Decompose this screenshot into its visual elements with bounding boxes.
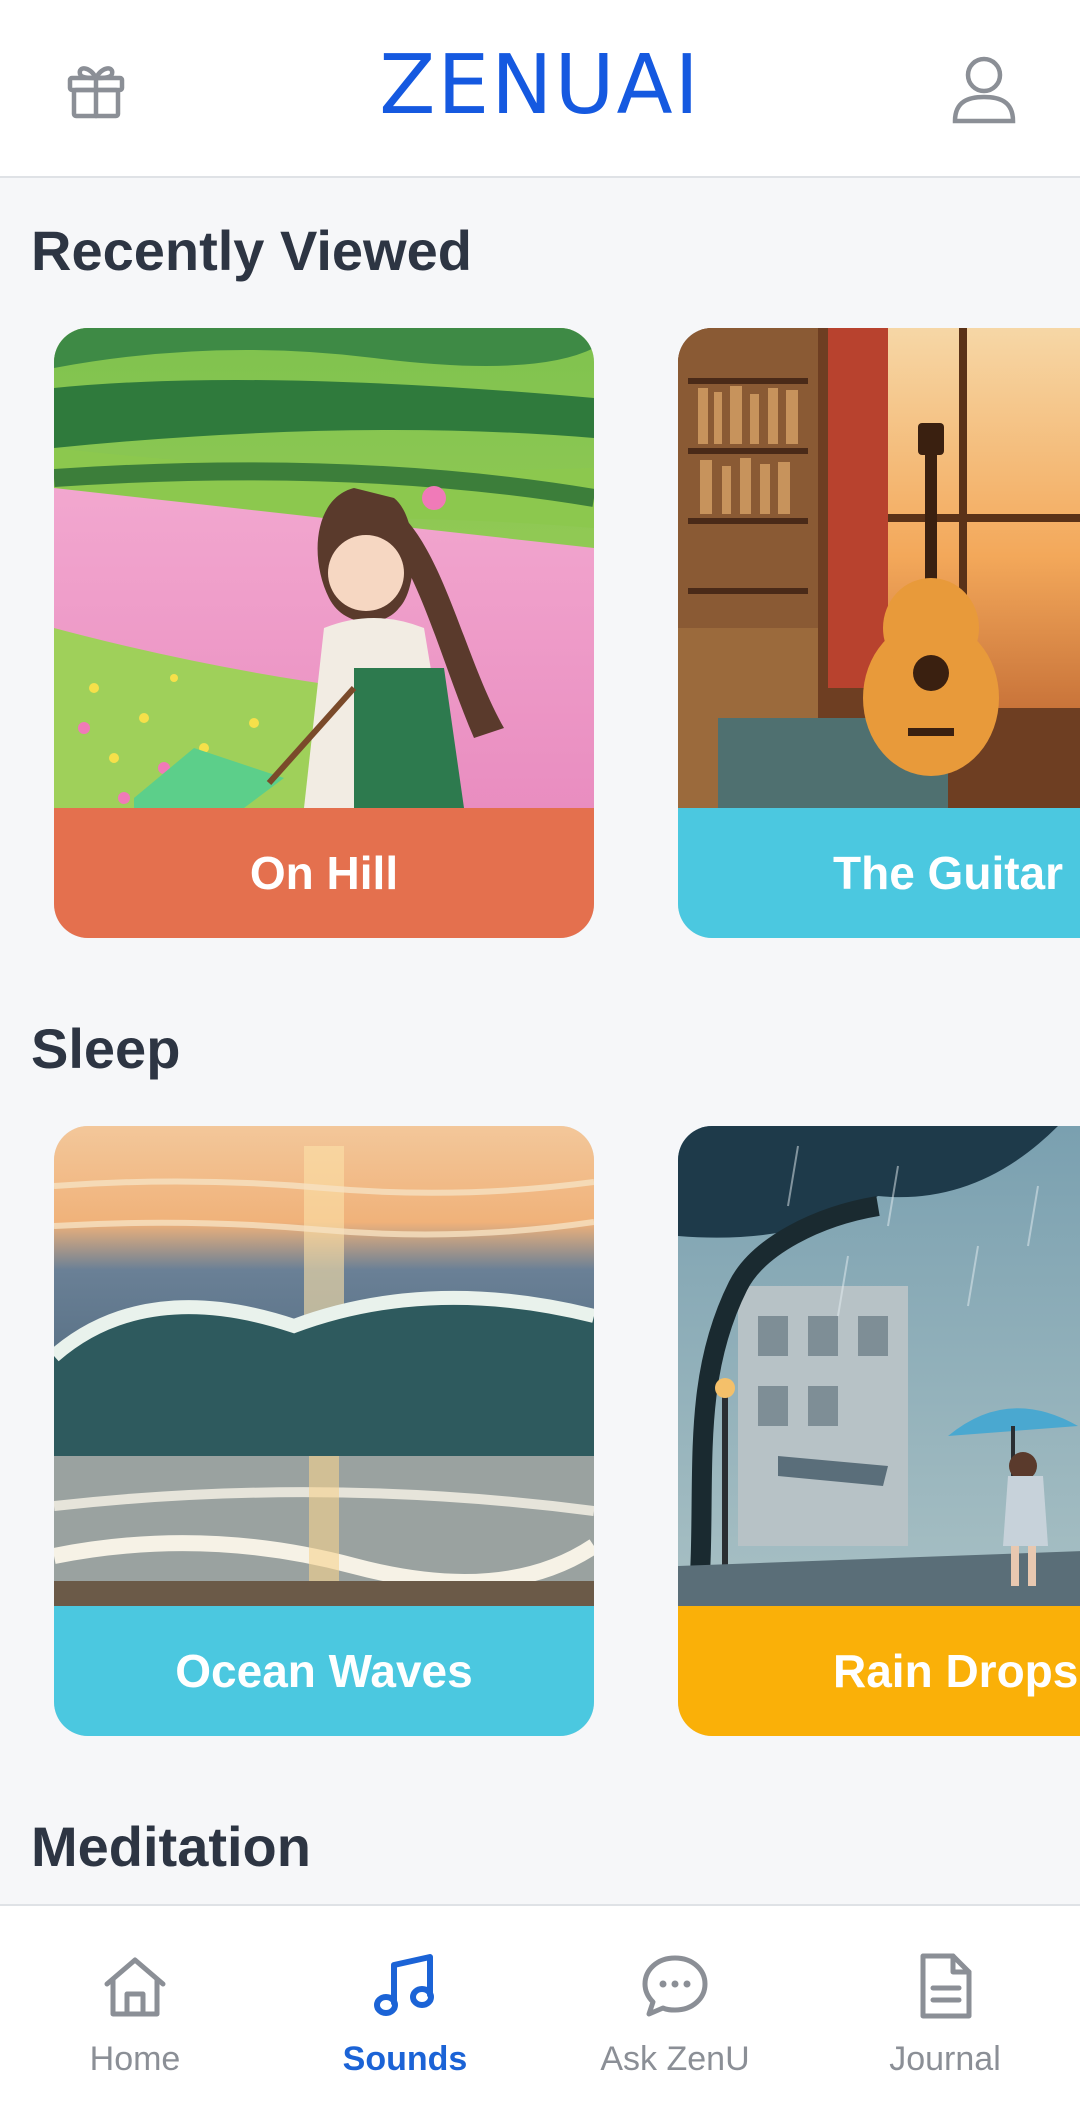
user-icon [952, 56, 1016, 124]
section-title-sleep: Sleep [31, 1017, 181, 1080]
music-note-icon [365, 1946, 445, 2026]
home-icon [95, 1946, 175, 2026]
the-guitar-artwork [678, 328, 1080, 808]
card-label: Rain Drops [678, 1606, 1080, 1736]
bottom-navigation: Home Sounds Ask ZenU Journal [0, 1904, 1080, 2106]
nav-label-ask-zenu: Ask ZenU [600, 2040, 750, 2078]
ocean-waves-artwork [54, 1126, 594, 1606]
card-label: Ocean Waves [54, 1606, 594, 1736]
section-title-recently-viewed: Recently Viewed [31, 219, 472, 282]
nav-label-journal: Journal [889, 2040, 1001, 2078]
nav-item-ask-zenu[interactable]: Ask ZenU [540, 1906, 810, 2106]
nav-item-journal[interactable]: Journal [810, 1906, 1080, 2106]
nav-item-sounds[interactable]: Sounds [270, 1906, 540, 2106]
card-label: On Hill [54, 808, 594, 938]
card-ocean-waves[interactable]: Ocean Waves [54, 1126, 594, 1736]
nav-label-sounds: Sounds [342, 2040, 468, 2078]
nav-label-home: Home [89, 2040, 181, 2078]
rain-drops-artwork [678, 1126, 1080, 1606]
sleep-carousel[interactable]: Ocean Waves Rain Drops [0, 1126, 1080, 1736]
document-icon [905, 1946, 985, 2026]
chat-bubble-icon [635, 1946, 715, 2026]
recently-viewed-carousel[interactable]: On Hill The Guitar [0, 328, 1080, 938]
profile-button[interactable] [934, 40, 1034, 140]
card-label: The Guitar [678, 808, 1080, 938]
app-logo: ZENUAI [379, 38, 701, 133]
card-the-guitar[interactable]: The Guitar [678, 328, 1080, 938]
section-title-meditation: Meditation [31, 1815, 311, 1878]
nav-item-home[interactable]: Home [0, 1906, 270, 2106]
card-on-hill[interactable]: On Hill [54, 328, 594, 938]
top-app-bar: ZENUAI [0, 0, 1080, 178]
on-hill-artwork [54, 328, 594, 808]
card-rain-drops[interactable]: Rain Drops [678, 1126, 1080, 1736]
